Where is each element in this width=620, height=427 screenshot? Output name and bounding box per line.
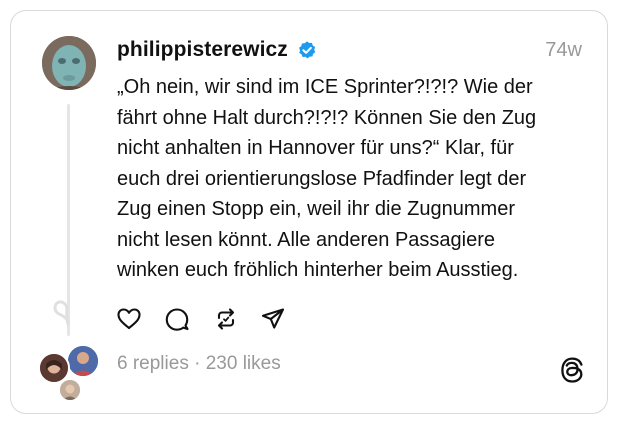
- heart-icon[interactable]: [116, 306, 142, 332]
- post-text: „Oh nein, wir sind im ICE Sprinter?!?!? …: [117, 72, 587, 286]
- post-text-line: nicht anhalten in Hannover für uns?“ Kla…: [117, 137, 514, 159]
- stats-separator: ·: [188, 353, 206, 374]
- likes-count[interactable]: 230 likes: [206, 353, 281, 374]
- thread-loop-icon: [53, 300, 70, 326]
- comment-icon[interactable]: [164, 306, 190, 332]
- post-text-line: fährt ohne Halt durch?!?!? Können Sie de…: [117, 106, 537, 129]
- post-text-line: euch drei orientierungslose Pfadfinder l…: [117, 167, 527, 190]
- post-text-line: „Oh nein, wir sind im ICE Sprinter?!?!? …: [117, 76, 533, 98]
- post-text-line: nicht lesen könnt. Alle anderen Passagie…: [117, 228, 496, 251]
- verified-badge-icon: [299, 41, 316, 59]
- author-username[interactable]: philippisterewicz: [117, 38, 288, 62]
- threads-logo-icon[interactable]: [558, 356, 586, 384]
- send-icon[interactable]: [260, 306, 286, 332]
- repost-icon[interactable]: [213, 306, 239, 332]
- post-timestamp[interactable]: 74w: [545, 39, 582, 62]
- replier-avatar: [66, 344, 100, 378]
- replier-avatar: [58, 378, 82, 402]
- post-text-line: winken euch fröhlich hinterher beim Auss…: [117, 259, 519, 281]
- post-text-line: Zug einen Stopp ein, weil ihr die Zugnum…: [117, 198, 515, 220]
- author-avatar[interactable]: [42, 36, 96, 90]
- replies-count[interactable]: 6 replies: [117, 353, 189, 374]
- post-stats: 6 replies · 230 likes: [117, 353, 281, 375]
